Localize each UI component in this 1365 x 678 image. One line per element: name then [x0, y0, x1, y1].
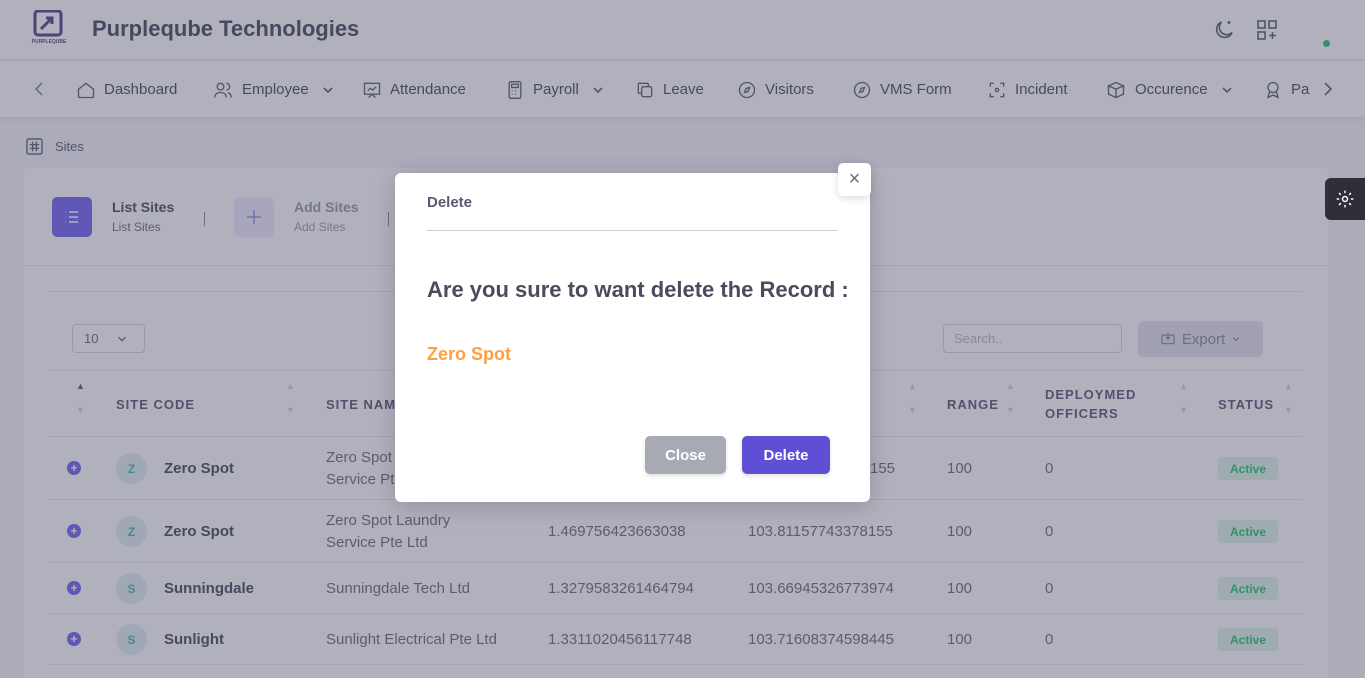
close-glyph: ×	[848, 168, 861, 190]
delete-button[interactable]: Delete	[742, 436, 830, 474]
modal-title: Delete	[427, 194, 473, 211]
close-button[interactable]: Close	[645, 436, 726, 474]
gear-icon	[1336, 190, 1354, 208]
modal-message: Are you sure to want delete the Record :	[427, 277, 849, 302]
close-icon[interactable]: ×	[838, 163, 871, 196]
modal-divider	[427, 230, 838, 231]
modal-record-name: Zero Spot	[427, 344, 511, 364]
customizer-toggle[interactable]	[1325, 178, 1365, 220]
delete-modal: Delete Are you sure to want delete the R…	[395, 173, 870, 502]
